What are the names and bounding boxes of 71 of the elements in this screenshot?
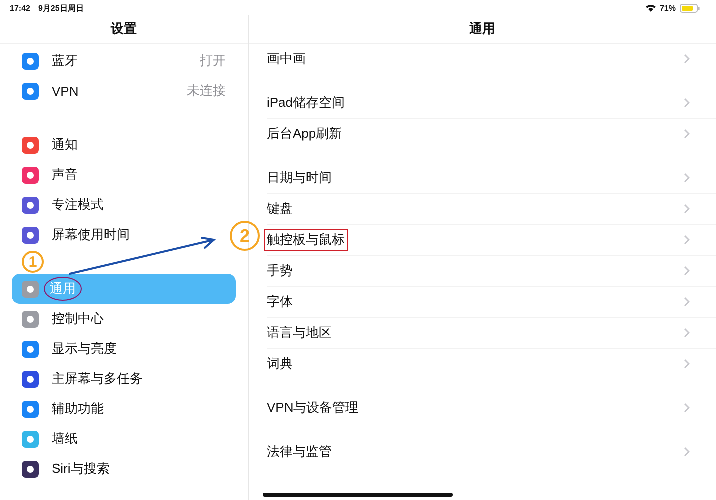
item-value: 未连接 [187,82,226,100]
settings-row[interactable]: 词典 [267,349,716,379]
item-label: 通用 [44,277,82,301]
settings-row[interactable]: 语言与地区 [267,318,716,349]
chevron-icon [684,403,690,413]
chevron-icon [684,359,690,369]
chevron-icon [684,98,690,108]
settings-row[interactable]: iPad储存空间 [267,88,716,119]
chevron-icon [684,235,690,245]
step-number: 2 [230,221,260,251]
sidebar-item[interactable]: 专注模式 [12,190,236,220]
wifi-icon [646,4,656,12]
chevron-icon [684,297,690,307]
chevron-icon [684,129,690,139]
row-label: 画中画 [266,50,307,68]
status-date: 9月25日周日 [38,2,84,14]
settings-row[interactable]: 手势 [267,256,716,287]
row-label: 语言与地区 [266,324,333,342]
chevron-icon [684,54,690,64]
row-label: 日期与时间 [266,169,333,187]
item-label: 辅助功能 [51,400,105,418]
item-label: 显示与亮度 [51,340,118,358]
settings-row[interactable]: 法律与监管 [267,437,716,467]
battery-percent: 71% [660,4,676,12]
item-label: 专注模式 [51,196,105,214]
row-label: 法律与监管 [266,443,333,461]
chevron-icon [684,447,690,457]
item-label: 屏幕使用时间 [51,226,131,244]
sidebar-item[interactable]: 通知 [12,130,236,160]
row-label: 手势 [266,262,294,280]
row-label: 键盘 [266,200,294,218]
detail-title: 通用 [470,20,496,38]
settings-row[interactable]: 触控板与鼠标 [267,225,716,256]
settings-row[interactable]: 后台App刷新 [267,119,716,149]
item-label: Siri与搜索 [51,460,111,478]
step-number: 1 [22,251,44,273]
chevron-icon [684,204,690,214]
row-label: iPad储存空间 [266,94,346,112]
item-label: VPN [51,82,80,100]
settings-row[interactable]: 键盘 [267,194,716,225]
sidebar-item[interactable]: 显示与亮度 [12,334,236,364]
settings-row[interactable]: 字体 [267,287,716,318]
row-label: 触控板与鼠标 [264,229,348,251]
item-label: 声音 [51,166,79,184]
row-label: 后台App刷新 [266,125,344,143]
battery-icon [680,4,700,12]
sidebar-item[interactable]: 墙纸 [12,424,236,454]
settings-row[interactable]: VPN与设备管理 [267,393,716,423]
item-label: 蓝牙 [51,52,79,70]
sidebar-item[interactable]: 控制中心 [12,304,236,334]
settings-row[interactable]: 画中画 [267,44,716,74]
row-label: 词典 [266,355,294,373]
sidebar-item[interactable]: 蓝牙 打开 [12,46,236,76]
item-label: 墙纸 [51,430,79,448]
sidebar-item[interactable]: Siri与搜索 [12,454,236,484]
sidebar-item[interactable]: 主屏幕与多任务 [12,364,236,394]
item-label: 通知 [51,136,79,154]
row-label: 字体 [266,293,294,311]
chevron-icon [684,173,690,183]
chevron-icon [684,328,690,338]
sidebar-item[interactable]: VPN 未连接 [12,76,236,106]
status-time: 17:42 [10,4,30,12]
sidebar-item[interactable]: 辅助功能 [12,394,236,424]
item-label: 主屏幕与多任务 [51,370,144,388]
settings-row[interactable]: 日期与时间 [267,163,716,194]
item-label: 控制中心 [51,310,105,328]
sidebar-item[interactable]: 声音 [12,160,236,190]
sidebar-title: 设置 [111,20,137,38]
chevron-icon [684,266,690,276]
item-value: 打开 [200,52,226,70]
row-label: VPN与设备管理 [266,399,360,417]
